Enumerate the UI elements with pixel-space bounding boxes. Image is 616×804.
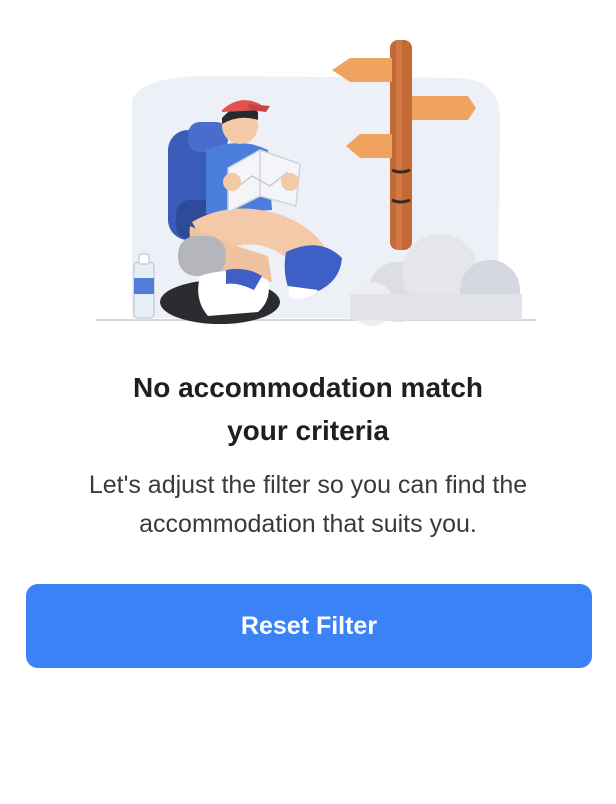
title-line-1: No accommodation match [132, 372, 484, 403]
traveler-illustration [96, 40, 536, 326]
title-line-2: your criteria [227, 415, 389, 446]
empty-state-message: Let's adjust the filter so you can find … [88, 471, 528, 538]
water-bottle-icon [133, 253, 155, 319]
reset-filter-button[interactable]: Reset Filter [26, 584, 592, 668]
empty-state-screen: No accommodation match your criteria Let… [0, 0, 616, 804]
empty-state-title: No accommodation match your criteria [0, 366, 616, 452]
